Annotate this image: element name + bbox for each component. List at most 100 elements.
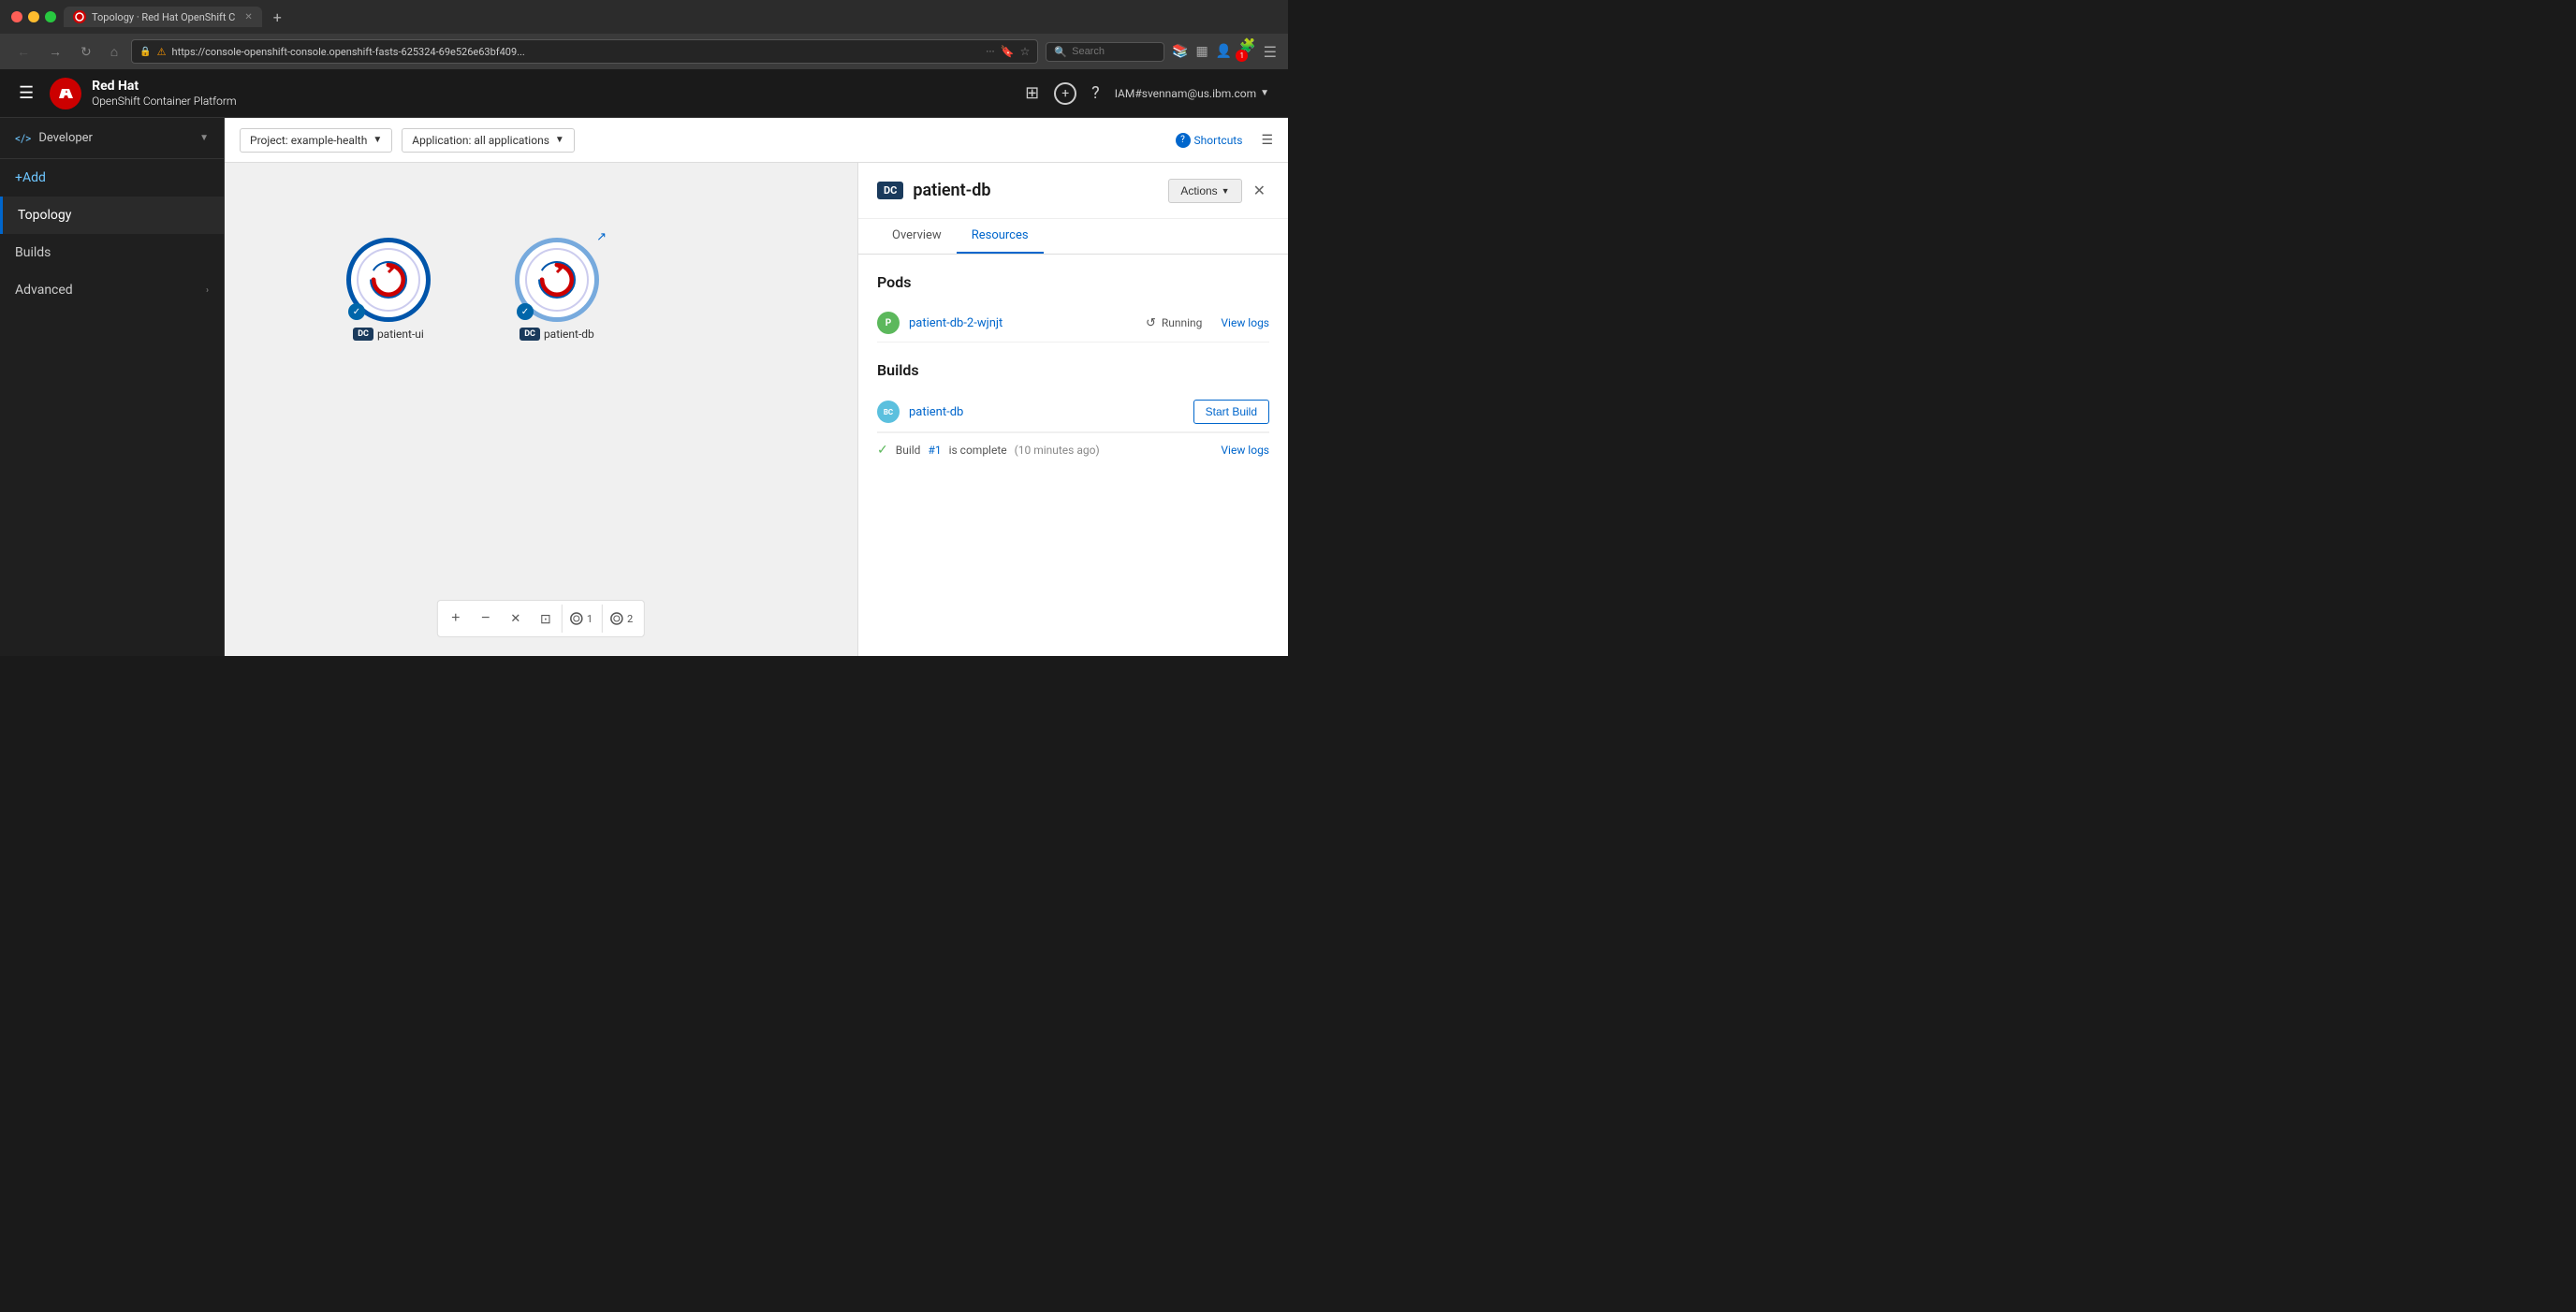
browser-search[interactable]: 🔍	[1046, 42, 1164, 62]
node-patient-db[interactable]: ✓ ↗ DC patient-db	[515, 238, 599, 341]
node-status-badge: ✓	[348, 303, 365, 320]
browser-tab[interactable]: Topology · Red Hat OpenShift C ✕	[64, 7, 262, 27]
library-icon[interactable]: 📚	[1172, 44, 1188, 59]
project-dropdown-icon: ▼	[373, 135, 382, 145]
notification-area: 🧩 1	[1239, 38, 1255, 66]
pods-section-title: Pods	[877, 273, 1269, 291]
detail-title: patient-db	[913, 181, 1168, 200]
new-tab-button[interactable]: +	[273, 8, 282, 26]
counter-icon-2	[610, 612, 623, 625]
zoom-in-button[interactable]: +	[442, 605, 470, 633]
back-button[interactable]: ←	[11, 41, 36, 62]
close-window-button[interactable]	[11, 11, 22, 22]
topology-canvas[interactable]: ✓ DC patient-ui	[225, 163, 857, 656]
builds-section: Builds BC patient-db Start Build ✓ Buil	[877, 361, 1269, 467]
shortcuts-help-icon: ?	[1176, 133, 1191, 148]
brand: Red Hat OpenShift Container Platform	[49, 77, 236, 110]
menu-icon[interactable]: ☰	[1264, 43, 1277, 61]
add-icon[interactable]: +	[1054, 82, 1076, 105]
actions-button[interactable]: Actions ▼	[1168, 179, 1241, 203]
app-header: ☰ Red Hat OpenShift Container Platform ⊞…	[0, 69, 1288, 118]
tab-close-button[interactable]: ✕	[244, 12, 252, 22]
toolbar-icons: 🔍 📚 ▦ 👤 🧩 1 ☰	[1046, 38, 1277, 66]
build-view-logs-button[interactable]: View logs	[1221, 444, 1269, 457]
help-icon[interactable]: ?	[1091, 83, 1100, 103]
close-panel-button[interactable]: ✕	[1250, 178, 1269, 203]
node-counter-1[interactable]: 1	[562, 605, 600, 633]
traffic-lights	[11, 11, 56, 22]
search-input[interactable]	[1072, 46, 1156, 57]
topbar: Project: example-health ▼ Application: a…	[225, 118, 1288, 163]
node-db-status-badge: ✓	[517, 303, 534, 320]
account-icon[interactable]: 👤	[1216, 44, 1232, 59]
warning-icon: ⚠	[157, 46, 167, 58]
forward-button[interactable]: →	[43, 41, 67, 62]
detail-panel: DC patient-db Actions ▼ ✕ Overview	[857, 163, 1288, 656]
user-dropdown-icon: ▼	[1260, 88, 1269, 98]
detail-tabs: Overview Resources	[858, 219, 1288, 255]
pod-name[interactable]: patient-db-2-wjnjt	[909, 316, 1146, 330]
reader-icon[interactable]: ▦	[1196, 44, 1208, 59]
list-view-button[interactable]: ☰	[1261, 133, 1273, 148]
content-area: ✓ DC patient-ui	[225, 163, 1288, 656]
redhat-logo	[49, 77, 82, 110]
detail-dc-badge: DC	[877, 182, 903, 199]
sidebar-context[interactable]: </> Developer ▼	[0, 118, 224, 159]
address-url: https://console-openshift-console.opensh…	[172, 46, 981, 58]
star-icon[interactable]: ☆	[1020, 45, 1031, 58]
tab-resources[interactable]: Resources	[957, 219, 1044, 254]
node-patient-ui[interactable]: ✓ DC patient-ui	[346, 238, 431, 341]
node-label-patient-ui: DC patient-ui	[353, 328, 424, 341]
brand-text: Red Hat OpenShift Container Platform	[92, 79, 236, 109]
minimize-window-button[interactable]	[28, 11, 39, 22]
external-link-icon[interactable]: ↗	[596, 230, 607, 244]
sidebar-item-builds[interactable]: Builds	[0, 234, 224, 271]
pod-row: P patient-db-2-wjnjt ↺ Running View logs	[877, 304, 1269, 343]
tab-title: Topology · Red Hat OpenShift C	[92, 11, 235, 23]
address-bar[interactable]: 🔒 ⚠ https://console-openshift-console.op…	[131, 39, 1038, 64]
node-counter-2[interactable]: 2	[602, 605, 640, 633]
node-label-patient-db: DC patient-db	[520, 328, 594, 341]
maximize-window-button[interactable]	[45, 11, 56, 22]
sidebar-item-advanced[interactable]: Advanced ›	[0, 271, 224, 309]
start-build-button[interactable]: Start Build	[1193, 400, 1269, 424]
context-chevron: ▼	[199, 133, 209, 143]
detail-content: Pods P patient-db-2-wjnjt ↺ Running View…	[858, 255, 1288, 656]
header-actions: ⊞ + ? IAM#svennam@us.ibm.com ▼	[1025, 82, 1269, 105]
build-success-icon: ✓	[877, 443, 888, 458]
grid-icon[interactable]: ⊞	[1025, 83, 1039, 103]
sidebar-item-add[interactable]: +Add	[0, 159, 224, 197]
bookmark-icon[interactable]: 🔖	[1001, 45, 1015, 58]
shortcuts-button[interactable]: ? Shortcuts	[1176, 133, 1243, 148]
sidebar: </> Developer ▼ +Add Topology Builds Adv…	[0, 118, 225, 656]
more-options-icon[interactable]: ···	[986, 45, 994, 58]
pod-status: ↺ Running	[1146, 316, 1202, 330]
counter-icon-1	[570, 612, 583, 625]
actions-chevron-icon: ▼	[1222, 186, 1230, 196]
sidebar-item-topology[interactable]: Topology	[0, 197, 224, 234]
openshift-icon	[368, 259, 409, 300]
zoom-out-button[interactable]: −	[472, 605, 500, 633]
detail-header: DC patient-db Actions ▼ ✕	[858, 163, 1288, 219]
reset-zoom-button[interactable]: ✕	[502, 605, 530, 633]
developer-icon: </>	[15, 132, 31, 145]
refresh-button[interactable]: ↻	[75, 41, 97, 63]
security-icon: 🔒	[139, 47, 151, 57]
app-selector[interactable]: Application: all applications ▼	[402, 128, 575, 153]
bc-badge: BC	[877, 401, 900, 423]
fit-view-button[interactable]: ⊡	[532, 605, 560, 633]
tab-overview[interactable]: Overview	[877, 219, 957, 254]
hamburger-menu[interactable]: ☰	[19, 83, 34, 103]
user-menu[interactable]: IAM#svennam@us.ibm.com ▼	[1115, 87, 1269, 100]
right-content: Project: example-health ▼ Application: a…	[225, 118, 1288, 656]
canvas-tools: + − ✕ ⊡ 1 2	[437, 600, 645, 637]
build-name[interactable]: patient-db	[909, 405, 1193, 419]
openshift-icon-db	[536, 259, 578, 300]
advanced-chevron-icon: ›	[206, 285, 209, 296]
pod-icon: P	[877, 312, 900, 334]
notification-badge: 1	[1236, 50, 1248, 62]
home-button[interactable]: ⌂	[105, 41, 124, 62]
project-selector[interactable]: Project: example-health ▼	[240, 128, 392, 153]
pod-view-logs-button[interactable]: View logs	[1221, 316, 1269, 329]
build-number-link[interactable]: #1	[928, 444, 941, 457]
